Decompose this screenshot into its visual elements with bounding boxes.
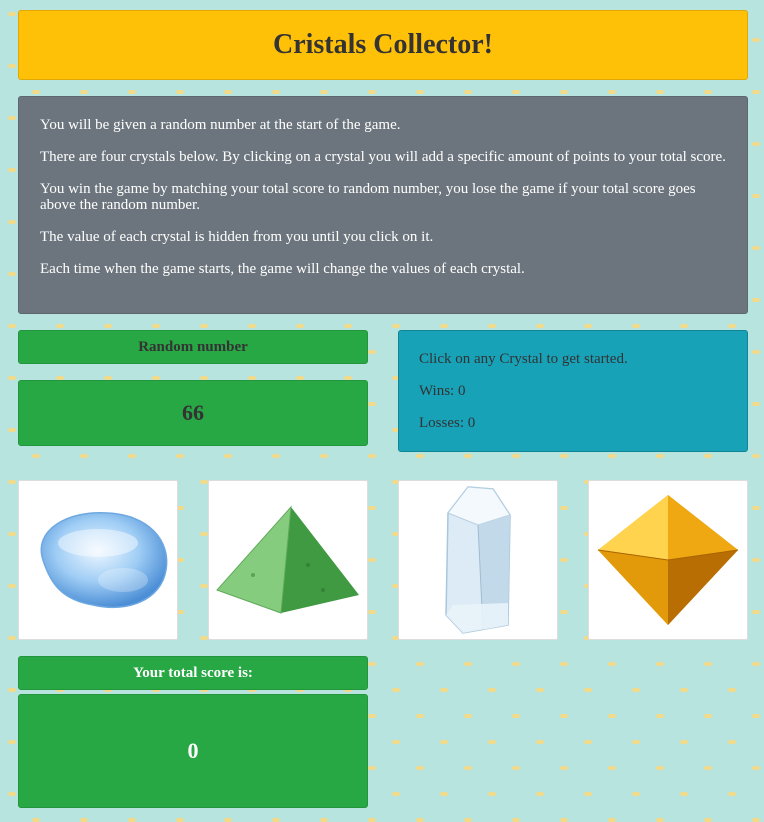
random-number-label: Random number: [18, 330, 368, 364]
instruction-line: The value of each crystal is hidden from…: [40, 229, 434, 245]
status-message: Click on any Crystal to get started.: [419, 351, 628, 367]
page-title: Cristals Collector!: [272, 29, 494, 60]
total-score-label: Your total score is:: [18, 656, 368, 690]
clear-quartz-crystal-icon: [445, 486, 511, 634]
total-score-value: 0: [18, 694, 368, 808]
instruction-line: You win the game by matching your total …: [40, 181, 696, 213]
instruction-line: You will be given a random number at the…: [40, 117, 401, 133]
random-number-value: 66: [18, 380, 368, 446]
crystal-button-green[interactable]: [208, 480, 368, 640]
crystal-button-yellow[interactable]: [588, 480, 748, 640]
green-pyramid-crystal-icon: [216, 505, 359, 614]
crystal-button-clear[interactable]: [398, 480, 558, 640]
instruction-line: Each time when the game starts, the game…: [40, 261, 525, 277]
status-panel: Click on any Crystal to get started. Win…: [398, 330, 748, 452]
wins-count: Wins: 0: [419, 383, 466, 399]
instructions-panel: You will be given a random number at the…: [18, 96, 748, 314]
yellow-octahedron-crystal-icon: [597, 495, 739, 625]
losses-count: Losses: 0: [419, 415, 476, 431]
title-bar: Cristals Collector!: [18, 10, 748, 80]
blue-crystal-icon: [40, 511, 168, 609]
crystal-button-blue[interactable]: [18, 480, 178, 640]
instruction-line: There are four crystals below. By clicki…: [40, 149, 726, 165]
